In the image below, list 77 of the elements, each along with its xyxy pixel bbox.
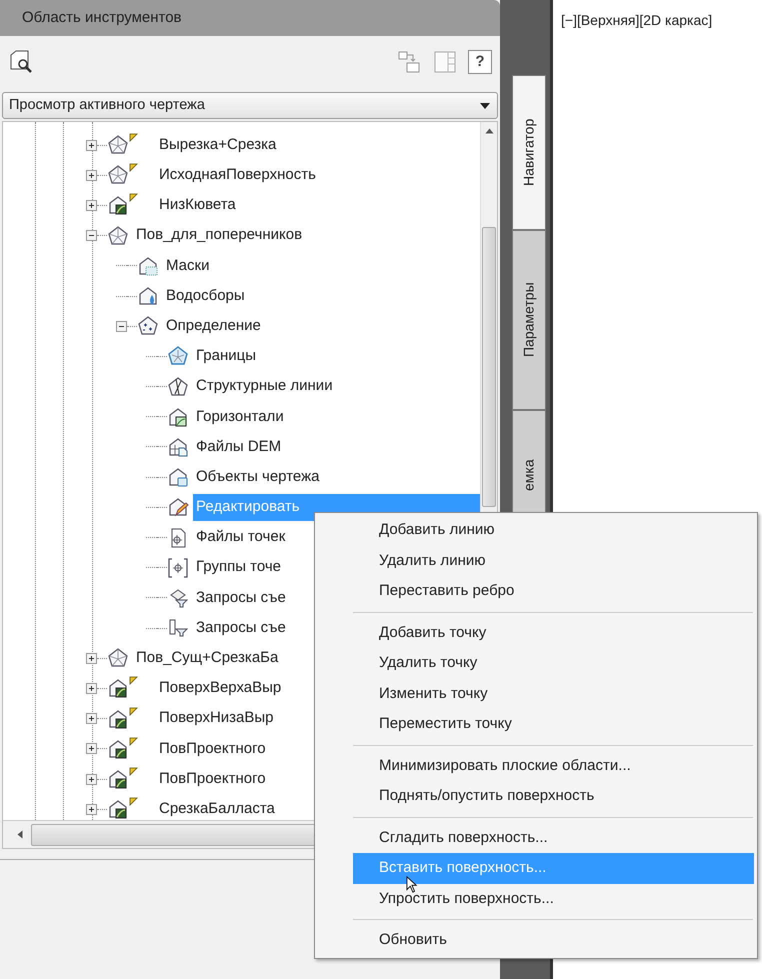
expand-toggle[interactable]: [86, 804, 97, 815]
scrollbar-thumb[interactable]: [482, 227, 496, 507]
menu-item[interactable]: Добавить точку: [353, 618, 754, 648]
expand-toggle[interactable]: [86, 713, 97, 724]
tree-item[interactable]: Файлы DEM: [193, 434, 284, 460]
menu-item[interactable]: Обновить: [353, 925, 754, 956]
mask-icon: [137, 254, 159, 277]
palette-title: Область инструментов: [0, 0, 500, 36]
surface-icon: [107, 647, 129, 670]
tree-item[interactable]: Группы точе: [193, 554, 284, 581]
surface-image-icon: [107, 738, 129, 760]
tree-item[interactable]: Объекты чертежа: [193, 464, 322, 490]
expand-toggle[interactable]: [86, 200, 97, 211]
pencil-icon: [167, 496, 189, 518]
viewport-controls[interactable]: [−][Верхняя][2D каркас]: [561, 12, 712, 28]
tree-item[interactable]: ПовПроектного: [156, 766, 269, 792]
tree-item[interactable]: Границы: [193, 343, 259, 370]
tree-item[interactable]: СрезкаБалласта: [156, 796, 278, 820]
expand-toggle[interactable]: [86, 774, 97, 785]
collapse-toggle[interactable]: [116, 320, 127, 332]
surface-image-icon: [107, 768, 129, 790]
contour-icon: [167, 406, 189, 428]
tree-item[interactable]: ПоверхНизаВыр: [156, 705, 276, 732]
tree-item[interactable]: Запросы съе: [193, 614, 289, 642]
surface-icon: [107, 164, 129, 186]
cursor-icon: [406, 876, 418, 893]
zoom-drawing-icon[interactable]: [8, 49, 34, 75]
surface-image-icon: [107, 677, 129, 700]
menu-item[interactable]: Удалить линию: [353, 546, 754, 576]
menu-item[interactable]: Упростить поверхность...: [353, 884, 754, 914]
surface-icon: [107, 224, 129, 247]
menu-item[interactable]: Изменить точку: [353, 678, 754, 709]
scroll-left-icon[interactable]: [17, 830, 23, 839]
expand-toggle[interactable]: [86, 170, 97, 181]
tree-item[interactable]: ПоверхВерхаВыр: [156, 675, 284, 702]
scroll-up-icon[interactable]: [485, 128, 494, 134]
tree-item[interactable]: ИсходнаяПоверхность: [156, 162, 319, 189]
expand-toggle[interactable]: [86, 682, 97, 694]
expand-toggle[interactable]: [86, 140, 97, 151]
surface-image-icon: [107, 798, 129, 820]
point-bracket-icon: [167, 556, 189, 579]
expand-toggle[interactable]: [86, 743, 97, 754]
menu-item[interactable]: Сгладить поверхность...: [353, 822, 754, 853]
tree-item[interactable]: ПовПроектного: [156, 736, 269, 762]
view-dropdown[interactable]: Просмотр активного чертежа: [2, 92, 498, 119]
menu-item[interactable]: Удалить точку: [353, 648, 754, 678]
swap-layout-icon[interactable]: [396, 49, 422, 75]
tree-item[interactable]: Маски: [163, 252, 212, 280]
tree-item[interactable]: Вырезка+Срезка: [156, 132, 280, 158]
tree-item[interactable]: Горизонтали: [193, 404, 287, 430]
side-tab[interactable]: Навигатор: [512, 75, 546, 230]
expand-toggle[interactable]: [86, 652, 97, 664]
pentagon-lines-icon: [167, 376, 189, 398]
menu-item[interactable]: Переставить ребро: [353, 576, 754, 606]
surface-image-icon: [107, 708, 129, 730]
menu-item[interactable]: Переместить точку: [353, 709, 754, 740]
tree-item[interactable]: Пов_для_поперечников: [133, 222, 306, 249]
collapse-toggle[interactable]: [86, 230, 97, 242]
tree-item[interactable]: Водосборы: [163, 282, 248, 310]
surface-icon: [107, 134, 129, 156]
help-button[interactable]: ?: [468, 50, 492, 74]
tree-item[interactable]: НизКювета: [156, 192, 239, 219]
pentagon-icon: [167, 345, 189, 368]
tree-item[interactable]: Определение: [163, 312, 264, 340]
surface-image-icon: [107, 194, 129, 216]
pentagon-points-icon: [137, 315, 159, 338]
side-tab[interactable]: Параметры: [512, 230, 546, 410]
grid-file-icon: [167, 436, 189, 458]
menu-item[interactable]: Поднять/опустить поверхность: [353, 781, 754, 812]
tree-item[interactable]: Пов_Сущ+СрезкаБа: [133, 645, 282, 672]
menu-item[interactable]: Минимизировать плоские области...: [353, 750, 754, 781]
dropdown-caret-icon: [479, 102, 491, 110]
drop-icon: [137, 285, 159, 308]
tree-item[interactable]: Файлы точек: [193, 524, 288, 551]
tree-item[interactable]: Структурные линии: [193, 373, 336, 400]
tree-item[interactable]: Запросы съе: [193, 584, 289, 612]
funnel-bracket-icon: [167, 617, 189, 640]
